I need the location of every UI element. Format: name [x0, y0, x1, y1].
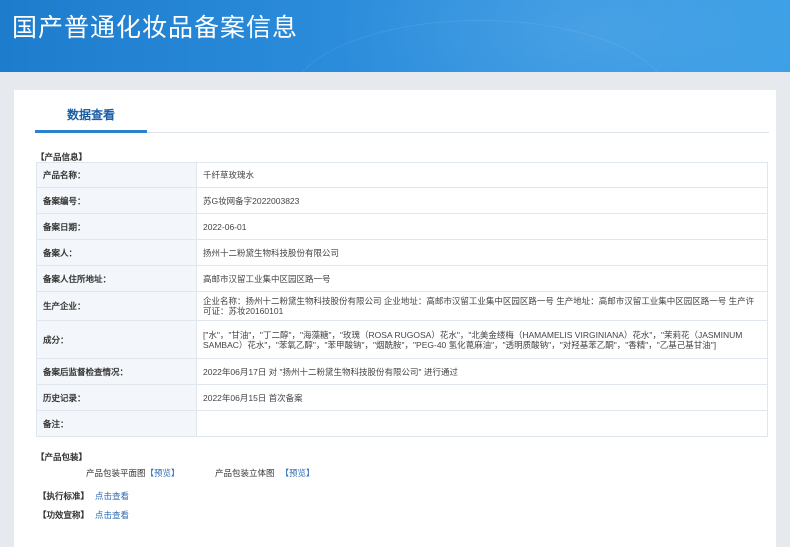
table-row: 历史记录： 2022年06月15日 首次备案: [36, 384, 768, 411]
packaging-flat-label: 产品包装平面图: [86, 468, 146, 478]
table-row: 生产企业： 企业名称：扬州十二粉黛生物科技股份有限公司 企业地址：高邮市汉留工业…: [36, 291, 768, 321]
standard-label: 【执行标准】: [38, 491, 90, 501]
row-key: 备注：: [36, 410, 197, 437]
table-row: 备案人： 扬州十二粉黛生物科技股份有限公司: [36, 239, 768, 266]
tab-data-view-label: 数据查看: [66, 108, 115, 122]
packaging-solid-label: 产品包装立体图: [215, 468, 275, 478]
row-value: ["水"，"甘油"，"丁二醇"，"海藻糖"，"玫瑰（ROSA RUGOSA）花水…: [196, 320, 768, 359]
row-value: 2022年06月15日 首次备案: [196, 384, 768, 411]
efficacy-label: 【功效宣称】: [38, 510, 90, 520]
table-row: 备案编号： 苏G妆网备字2022003823: [36, 187, 768, 214]
row-key: 成分：: [36, 320, 197, 359]
table-row: 备案人住所地址： 高邮市汉留工业集中区园区路一号: [36, 265, 768, 292]
product-info-table: 产品名称： 千纤草玫瑰水 备案编号： 苏G妆网备字2022003823 备案日期…: [36, 162, 768, 437]
packaging-flat-preview-link[interactable]: 【预览】: [146, 468, 180, 478]
packaging-section-title: 【产品包装】: [36, 452, 88, 462]
page-header: 国产普通化妆品备案信息: [0, 0, 790, 72]
tab-data-view[interactable]: 数据查看: [35, 103, 147, 133]
row-key: 产品名称：: [36, 162, 197, 188]
content-panel: 数据查看 【产品信息】 产品名称： 千纤草玫瑰水 备案编号： 苏G妆网备字202…: [14, 90, 776, 547]
table-row: 备案日期： 2022-06-01: [36, 213, 768, 240]
row-key: 历史记录：: [36, 384, 197, 411]
row-value: 2022年06月17日 对 "扬州十二粉黛生物科技股份有限公司" 进行通过: [196, 358, 768, 385]
packaging-solid-item: 产品包装立体图 【预览】: [215, 467, 315, 479]
active-tab-indicator: [35, 130, 147, 133]
row-value: 高邮市汉留工业集中区园区路一号: [196, 265, 768, 292]
row-value: 扬州十二粉黛生物科技股份有限公司: [196, 239, 768, 266]
row-key: 备案后监督检查情况：: [36, 358, 197, 385]
efficacy-view-link[interactable]: 点击查看: [95, 510, 129, 520]
row-key: 备案编号：: [36, 187, 197, 214]
row-key: 备案日期：: [36, 213, 197, 240]
table-row: 备注：: [36, 410, 768, 437]
table-row: 产品名称： 千纤草玫瑰水: [36, 162, 768, 188]
standard-row: 【执行标准】 点击查看: [38, 490, 129, 502]
row-value: [196, 410, 768, 437]
page-title: 国产普通化妆品备案信息: [12, 13, 299, 42]
packaging-flat-item: 产品包装平面图【预览】: [86, 467, 180, 479]
table-row: 成分： ["水"，"甘油"，"丁二醇"，"海藻糖"，"玫瑰（ROSA RUGOS…: [36, 320, 768, 359]
row-value: 2022-06-01: [196, 213, 768, 240]
row-value: 企业名称：扬州十二粉黛生物科技股份有限公司 企业地址：高邮市汉留工业集中区园区路…: [196, 291, 768, 321]
row-value: 苏G妆网备字2022003823: [196, 187, 768, 214]
row-key: 备案人：: [36, 239, 197, 266]
row-key: 生产企业：: [36, 291, 197, 321]
standard-view-link[interactable]: 点击查看: [95, 491, 129, 501]
row-key: 备案人住所地址：: [36, 265, 197, 292]
table-row: 备案后监督检查情况： 2022年06月17日 对 "扬州十二粉黛生物科技股份有限…: [36, 358, 768, 385]
efficacy-row: 【功效宣称】 点击查看: [38, 509, 129, 521]
row-value: 千纤草玫瑰水: [196, 162, 768, 188]
packaging-solid-preview-link[interactable]: 【预览】: [281, 468, 315, 478]
